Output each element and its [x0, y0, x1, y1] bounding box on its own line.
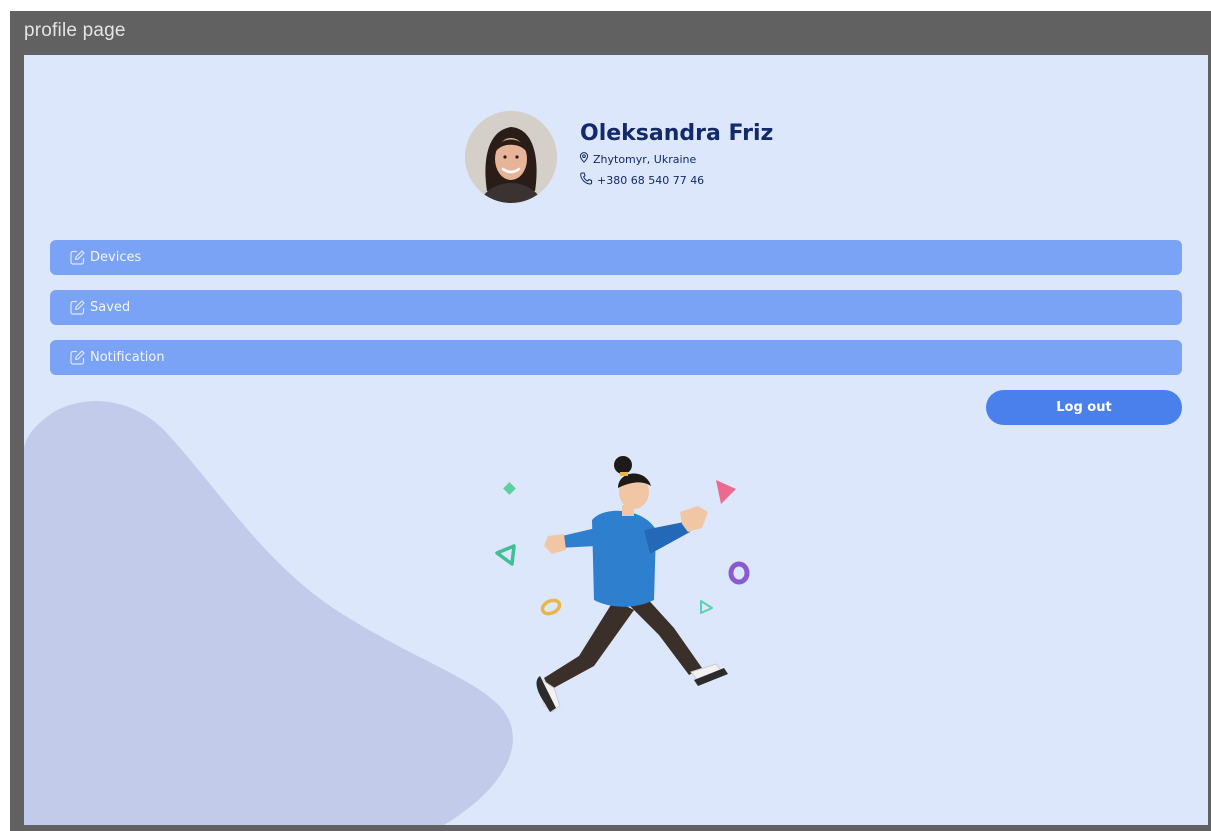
diamond-shape [503, 482, 516, 495]
menu-item-label: Saved [90, 300, 131, 315]
triangle-shape [716, 480, 736, 504]
edit-icon [69, 249, 86, 266]
avatar [465, 111, 557, 203]
profile-page: Oleksandra Friz Zhytomyr, Ukraine +380 6… [24, 55, 1208, 825]
logout-button[interactable]: Log out [986, 390, 1182, 425]
map-pin-icon [579, 152, 593, 166]
location-line: Zhytomyr, Ukraine [579, 152, 696, 166]
menu-item-saved[interactable]: Saved [50, 290, 1182, 325]
user-name: Oleksandra Friz [580, 121, 774, 146]
phone-line: +380 68 540 77 46 [579, 172, 704, 188]
frame-title: profile page [24, 20, 126, 41]
triangle-outline-shape [495, 544, 516, 566]
menu-item-label: Notification [90, 350, 165, 365]
small-triangle-shape [700, 600, 713, 614]
purple-ring-shape [728, 561, 750, 585]
avatar-photo [465, 111, 557, 203]
menu-item-label: Devices [90, 250, 142, 265]
phone-icon [579, 172, 597, 188]
menu-item-devices[interactable]: Devices [50, 240, 1182, 275]
phone-text: +380 68 540 77 46 [597, 173, 705, 187]
edit-icon [69, 299, 86, 316]
background-blob [24, 400, 513, 825]
running-person-illustration [495, 456, 750, 713]
edit-icon [69, 349, 86, 366]
app-window: profile page Oleksandra Friz Zhytomyr, U… [10, 11, 1211, 831]
location-text: Zhytomyr, Ukraine [593, 152, 697, 166]
yellow-ring-shape [540, 598, 562, 616]
menu-item-notification[interactable]: Notification [50, 340, 1182, 375]
